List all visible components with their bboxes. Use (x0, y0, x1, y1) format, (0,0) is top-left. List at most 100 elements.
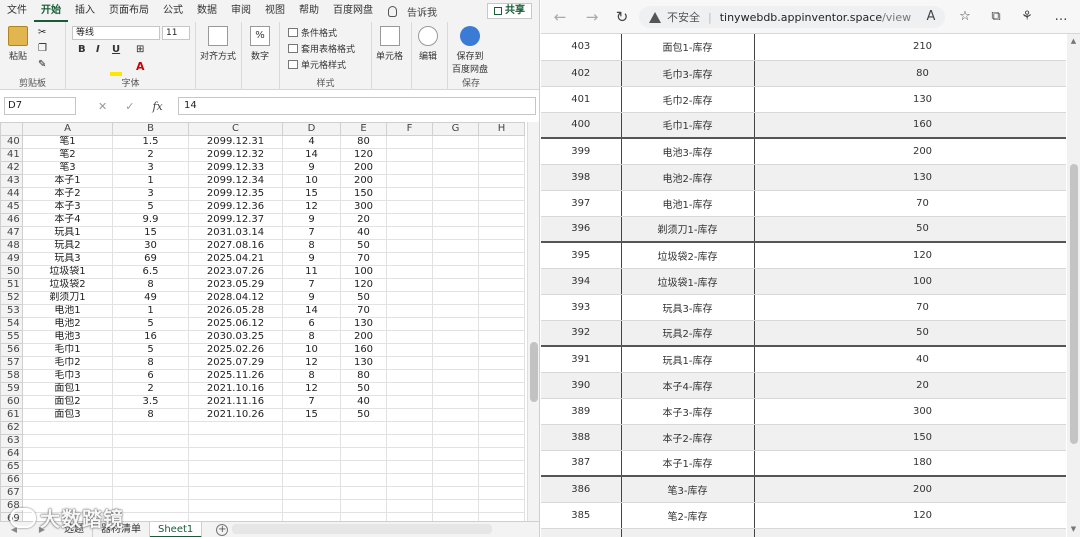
cell[interactable] (478, 213, 525, 227)
cell[interactable]: 2028.04.12 (188, 291, 283, 305)
menu-page-layout[interactable]: 页面布局 (102, 0, 156, 22)
cell[interactable] (432, 499, 479, 513)
row-header[interactable]: 53 (0, 304, 23, 318)
cell[interactable]: 12 (282, 382, 341, 396)
cell[interactable] (386, 473, 433, 487)
cell[interactable] (432, 200, 479, 214)
cell[interactable]: 毛巾3 (22, 369, 113, 383)
cell[interactable] (478, 226, 525, 240)
cell[interactable] (112, 486, 189, 500)
row-header[interactable]: 50 (0, 265, 23, 279)
cell[interactable] (432, 369, 479, 383)
cell[interactable]: 2099.12.36 (188, 200, 283, 214)
cell[interactable]: 15 (282, 408, 341, 422)
cell[interactable] (188, 473, 283, 487)
cell[interactable]: 2099.12.34 (188, 174, 283, 188)
alignment-button[interactable]: 对齐方式 (200, 26, 236, 62)
cell[interactable] (340, 486, 387, 500)
cell[interactable] (432, 434, 479, 448)
row-header[interactable]: 43 (0, 174, 23, 188)
row-header[interactable]: 41 (0, 148, 23, 162)
cell[interactable]: 玩具2 (22, 239, 113, 253)
cell[interactable] (432, 460, 479, 474)
cell[interactable] (386, 460, 433, 474)
row-header[interactable]: 57 (0, 356, 23, 370)
row-header[interactable]: 40 (0, 135, 23, 149)
cell[interactable]: 2099.12.31 (188, 135, 283, 149)
cell[interactable]: 11 (282, 265, 341, 279)
cell[interactable] (282, 434, 341, 448)
cell[interactable] (478, 421, 525, 435)
cell[interactable] (432, 356, 479, 370)
cell[interactable]: 2030.03.25 (188, 330, 283, 344)
cell[interactable]: 剃须刀1 (22, 291, 113, 305)
name-box[interactable]: D7 (4, 97, 76, 115)
cell[interactable] (432, 486, 479, 500)
cell[interactable] (386, 226, 433, 240)
back-icon[interactable]: ← (551, 8, 569, 26)
cell[interactable]: 100 (340, 265, 387, 279)
cell[interactable]: 玩具1 (22, 226, 113, 240)
cell[interactable] (386, 174, 433, 188)
cell[interactable]: 15 (282, 187, 341, 201)
cell[interactable]: 本子4 (22, 213, 113, 227)
cell[interactable]: 50 (340, 382, 387, 396)
cell[interactable] (282, 447, 341, 461)
cell[interactable]: 电池1 (22, 304, 113, 318)
cell[interactable]: 笔3 (22, 161, 113, 175)
cell[interactable]: 2027.08.16 (188, 239, 283, 253)
cell[interactable] (22, 447, 113, 461)
cell[interactable]: 5 (112, 317, 189, 331)
cell[interactable] (478, 304, 525, 318)
insert-function-icon[interactable]: fx (152, 100, 162, 113)
cell[interactable]: 2025.02.26 (188, 343, 283, 357)
cell[interactable] (386, 395, 433, 409)
column-header[interactable]: B (112, 122, 189, 136)
column-header[interactable]: E (340, 122, 387, 136)
cell[interactable] (386, 382, 433, 396)
row-header[interactable]: 54 (0, 317, 23, 331)
more-icon[interactable]: … (1053, 9, 1069, 25)
share-button[interactable]: 共享 (487, 3, 532, 19)
cell[interactable]: 笔1 (22, 135, 113, 149)
cell[interactable] (282, 499, 341, 513)
cell[interactable]: 本子2 (22, 187, 113, 201)
cell[interactable] (432, 291, 479, 305)
cell[interactable] (386, 304, 433, 318)
cell[interactable] (478, 486, 525, 500)
cell[interactable]: 8 (282, 330, 341, 344)
tell-me-search[interactable]: 告诉我 (388, 4, 437, 19)
browser-scroll-thumb[interactable] (1070, 164, 1078, 444)
cell[interactable] (432, 174, 479, 188)
cell[interactable]: 2025.06.12 (188, 317, 283, 331)
cell[interactable]: 2026.05.28 (188, 304, 283, 318)
cell[interactable]: 3.5 (112, 395, 189, 409)
row-header[interactable]: 63 (0, 434, 23, 448)
cell[interactable]: 130 (340, 317, 387, 331)
cell[interactable] (340, 434, 387, 448)
menu-home[interactable]: 开始 (34, 1, 68, 22)
column-header[interactable]: C (188, 122, 283, 136)
cell[interactable] (432, 252, 479, 266)
row-header[interactable]: 60 (0, 395, 23, 409)
cell[interactable] (432, 408, 479, 422)
menu-insert[interactable]: 插入 (68, 0, 102, 22)
cell[interactable]: 80 (340, 135, 387, 149)
cell[interactable] (386, 213, 433, 227)
cell[interactable]: 14 (282, 304, 341, 318)
cell[interactable]: 3 (112, 187, 189, 201)
collections-icon[interactable]: ⧉ (988, 9, 1004, 25)
cell[interactable]: 毛巾1 (22, 343, 113, 357)
cell[interactable] (478, 239, 525, 253)
cell[interactable] (478, 187, 525, 201)
cell[interactable]: 50 (340, 291, 387, 305)
cell[interactable] (478, 330, 525, 344)
font-size-select[interactable]: 11 (162, 26, 190, 40)
cell[interactable]: 8 (112, 278, 189, 292)
menu-help[interactable]: 帮助 (292, 0, 326, 22)
cell[interactable] (432, 447, 479, 461)
cell[interactable] (188, 434, 283, 448)
cell[interactable] (340, 499, 387, 513)
cut-icon[interactable]: ✂ (38, 27, 46, 38)
cell[interactable]: 垃圾袋2 (22, 278, 113, 292)
